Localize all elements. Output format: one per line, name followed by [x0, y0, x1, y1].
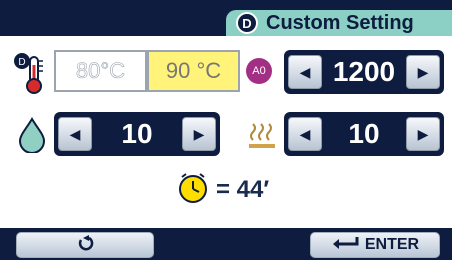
screen-title: Custom Setting [266, 11, 414, 34]
temperature-selector: 80°C 90 °C [54, 50, 241, 92]
temperature-row: D 80°C 90 °C A0 ◀ 1200 ▶ [0, 50, 452, 110]
water-heat-row: ◀ 10 ▶ ◀ 10 ▶ [0, 112, 452, 172]
temp-option-90[interactable]: 90 °C [147, 50, 240, 92]
enter-icon [331, 235, 359, 256]
settings-panel: D 80°C 90 °C A0 ◀ 1200 ▶ ◀ 10 ▶ ◀ 10 ▶ =… [0, 36, 452, 228]
water-increase-button[interactable]: ▶ [182, 117, 216, 151]
ao-icon: A0 [246, 58, 272, 84]
back-button[interactable] [16, 232, 154, 258]
top-bar: D Custom Setting [0, 0, 452, 36]
mode-d-icon: D [236, 12, 258, 34]
heat-stepper: ◀ 10 ▶ [284, 112, 444, 156]
ao-value: 1200 [332, 56, 396, 87]
water-stepper: ◀ 10 ▶ [54, 112, 220, 156]
svg-text:D: D [18, 57, 25, 68]
heat-decrease-button[interactable]: ◀ [288, 117, 322, 151]
ao-stepper: ◀ 1200 ▶ [284, 50, 444, 94]
back-icon [75, 234, 95, 257]
screen: D Custom Setting D 80°C 90 °C A0 ◀ 1200 … [0, 0, 452, 260]
water-decrease-button[interactable]: ◀ [58, 117, 92, 151]
ao-decrease-button[interactable]: ◀ [288, 55, 322, 89]
enter-button[interactable]: ENTER [310, 232, 440, 258]
temp-option-80[interactable]: 80°C [54, 50, 147, 92]
heat-value: 10 [348, 118, 380, 149]
ao-badge: A0 [246, 58, 272, 84]
timer-icon [176, 171, 210, 210]
timer-value: = 44′ [216, 176, 270, 203]
mode-pill: D Custom Setting [226, 10, 452, 36]
ao-increase-button[interactable]: ▶ [406, 55, 440, 89]
thermometer-icon: D [10, 48, 50, 98]
enter-label: ENTER [364, 236, 420, 253]
bottom-bar: ENTER [0, 228, 452, 260]
timer-display: = 44′ [176, 172, 269, 208]
heat-increase-button[interactable]: ▶ [406, 117, 440, 151]
heat-icon [242, 112, 282, 162]
water-drop-icon [12, 110, 52, 160]
water-value: 10 [121, 118, 153, 149]
